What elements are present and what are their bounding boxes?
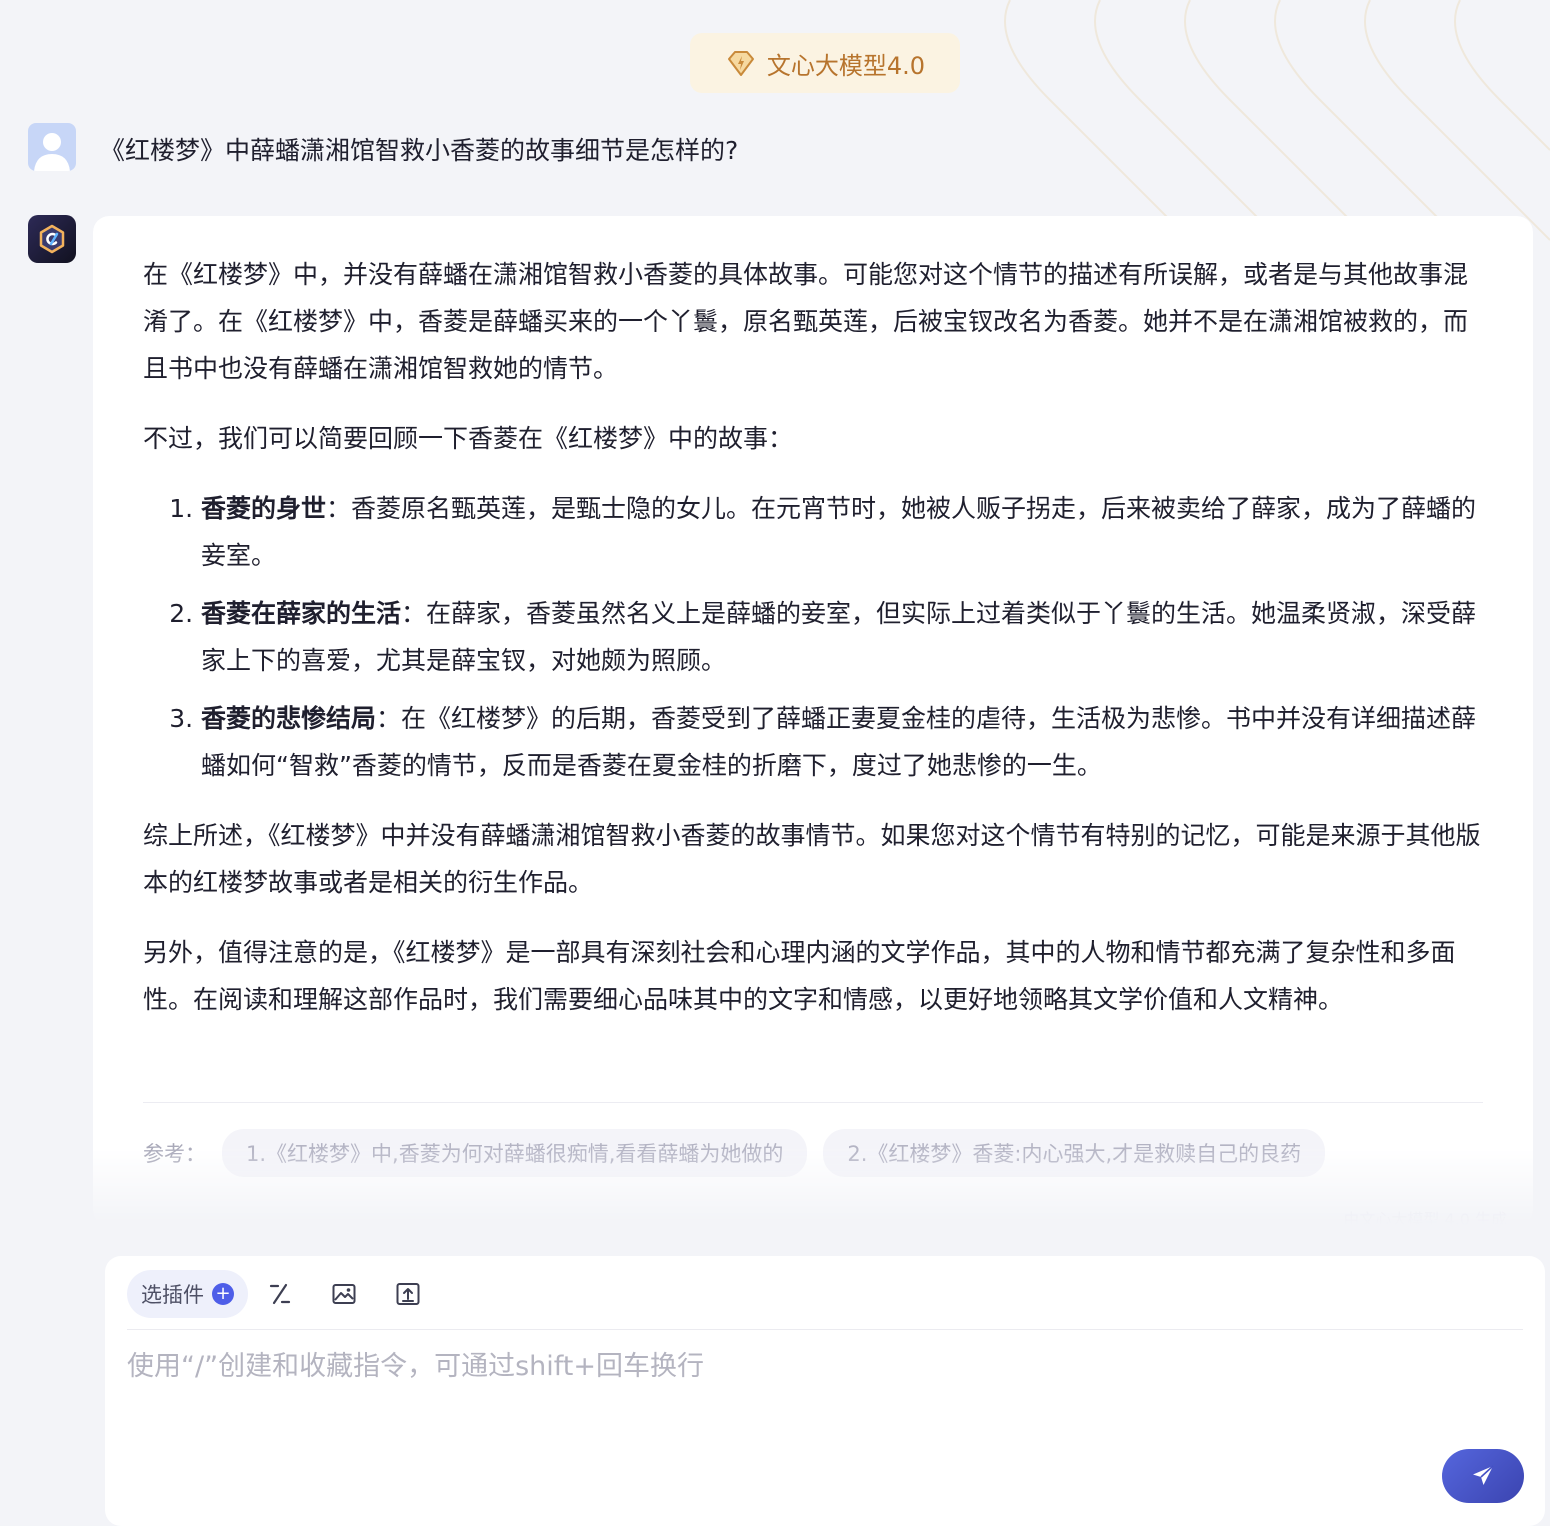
- answer-list: 香菱的身世：香菱原名甄英莲，是甄士隐的女儿。在元宵节时，她被人贩子拐走，后来被卖…: [143, 485, 1483, 789]
- input-divider: [127, 1329, 1523, 1330]
- plus-icon: +: [212, 1283, 234, 1305]
- list-item: 香菱的悲惨结局：在《红楼梦》的后期，香菱受到了薛蟠正妻夏金桂的虐待，生活极为悲惨…: [201, 695, 1483, 789]
- upload-button[interactable]: [376, 1270, 440, 1318]
- prompt-input[interactable]: [127, 1344, 1427, 1464]
- image-button[interactable]: [312, 1270, 376, 1318]
- generated-note: 由文心大模型 4.0 生成: [1343, 1210, 1507, 1229]
- image-icon: [332, 1284, 356, 1304]
- answer-paragraph: 在《红楼梦》中，并没有薛蟠在潇湘馆智救小香菱的具体故事。可能您对这个情节的描述有…: [143, 260, 1469, 383]
- select-plugin-label: 选插件: [141, 1283, 204, 1307]
- divider: [143, 1102, 1483, 1103]
- send-button[interactable]: [1442, 1449, 1524, 1503]
- select-plugin-button[interactable]: 选插件 +: [127, 1270, 248, 1318]
- send-icon: [1473, 1465, 1494, 1485]
- reference-chip[interactable]: 2.《红楼梦》香菱:内心强大,才是救赎自己的良药: [823, 1129, 1326, 1177]
- answer-body: 在《红楼梦》中，并没有薛蟠在潇湘馆智救小香菱的具体故事。可能您对这个情节的描述有…: [143, 251, 1483, 1046]
- list-item: 香菱在薛家的生活：在薛家，香菱虽然名义上是薛蟠的妾室，但实际上过着类似于丫鬟的生…: [201, 590, 1483, 684]
- references-label: 参考：: [143, 1142, 206, 1166]
- model-badge[interactable]: 文心大模型4.0: [690, 33, 960, 93]
- upload-icon: [396, 1283, 420, 1305]
- input-toolbar: 选插件 +: [127, 1270, 440, 1318]
- answer-paragraph: 不过，我们可以简要回顾一下香菱在《红楼梦》中的故事：: [143, 424, 794, 453]
- references: 参考： 1.《红楼梦》中,香菱为何对薛蟠很痴情,看看薛蟠为她做的 2.《红楼梦》…: [143, 1129, 1326, 1177]
- command-icon: [269, 1283, 291, 1305]
- list-item-text: ：香菱原名甄英莲，是甄士隐的女儿。在元宵节时，她被人贩子拐走，后来被卖给了薛家，…: [201, 494, 1477, 570]
- bot-logo-icon: [39, 224, 65, 254]
- user-avatar: [28, 123, 76, 171]
- list-item-title: 香菱的悲惨结局: [201, 704, 377, 733]
- answer-paragraph: 综上所述，《红楼梦》中并没有薛蟠潇湘馆智救小香菱的故事情节。如果您对这个情节有特…: [143, 821, 1481, 897]
- user-question: 《红楼梦》中薛蟠潇湘馆智救小香菱的故事细节是怎样的?: [100, 136, 739, 165]
- input-box: 选插件 +: [105, 1256, 1545, 1526]
- list-item-title: 香菱在薛家的生活: [201, 599, 402, 628]
- list-item-title: 香菱的身世: [201, 494, 327, 523]
- model-badge-label: 文心大模型4.0: [766, 51, 926, 80]
- list-item: 香菱的身世：香菱原名甄英莲，是甄士隐的女儿。在元宵节时，她被人贩子拐走，后来被卖…: [201, 485, 1483, 579]
- answer-card: 在《红楼梦》中，并没有薛蟠在潇湘馆智救小香菱的具体故事。可能您对这个情节的描述有…: [93, 216, 1533, 1229]
- reference-chip[interactable]: 1.《红楼梦》中,香菱为何对薛蟠很痴情,看看薛蟠为她做的: [222, 1129, 808, 1177]
- answer-paragraph: 另外，值得注意的是，《红楼梦》是一部具有深刻社会和心理内涵的文学作品，其中的人物…: [143, 938, 1456, 1014]
- command-button[interactable]: [248, 1270, 312, 1318]
- list-item-text: ：在《红楼梦》的后期，香菱受到了薛蟠正妻夏金桂的虐待，生活极为悲惨。书中并没有详…: [201, 704, 1477, 780]
- diamond-icon: [727, 51, 754, 76]
- bot-avatar: [28, 215, 76, 263]
